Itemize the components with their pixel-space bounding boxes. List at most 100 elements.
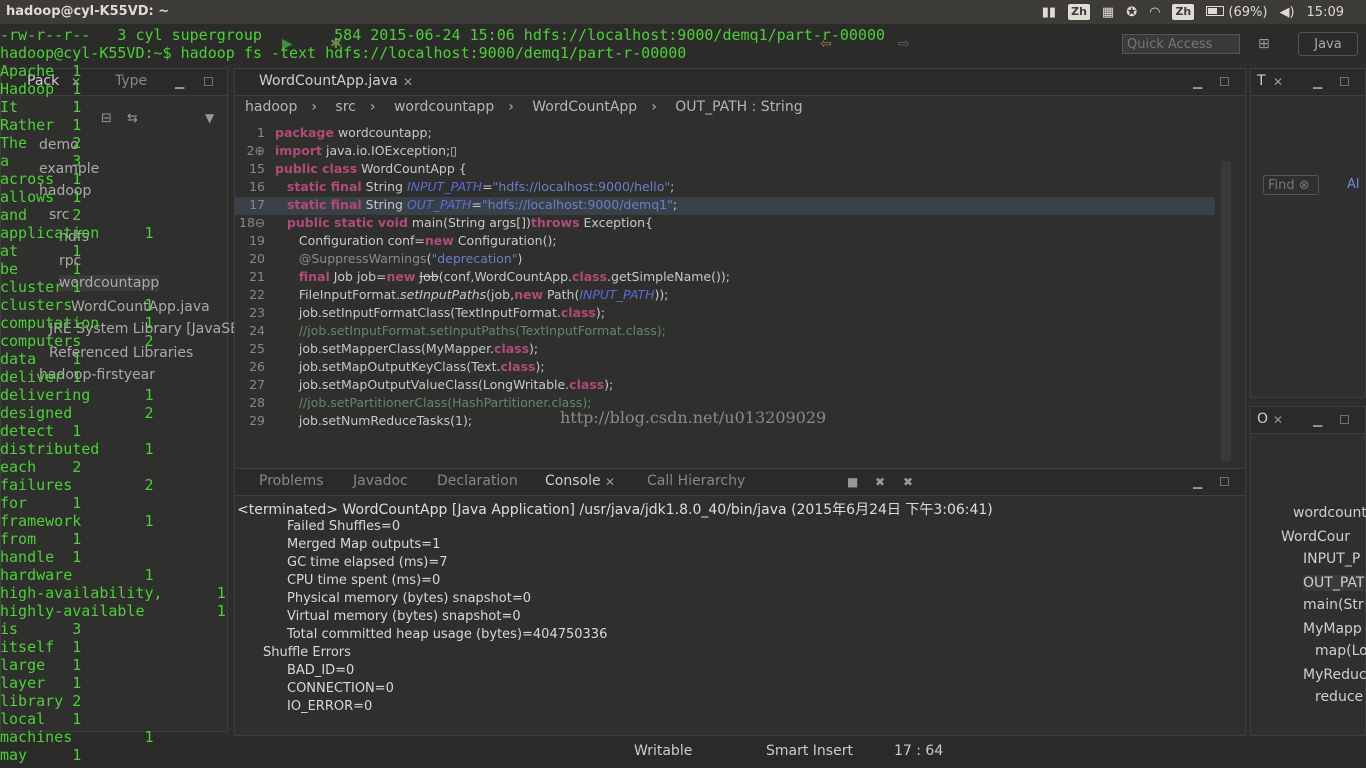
nav-forward-icon[interactable]: ⇨ bbox=[898, 36, 910, 52]
console-line: Physical memory (bytes) snapshot=0 bbox=[287, 591, 532, 606]
outline-item[interactable]: MyMapp bbox=[1303, 621, 1362, 637]
tab-outline[interactable]: O bbox=[1257, 411, 1268, 427]
console-tabs: Problems Javadoc Declaration Console ✕ C… bbox=[235, 469, 1245, 496]
open-perspective-icon[interactable]: ⊞ bbox=[1258, 36, 1270, 52]
outline-item[interactable]: main(Str bbox=[1303, 597, 1364, 613]
status-insert-mode: Smart Insert bbox=[766, 743, 853, 759]
breadcrumb-project[interactable]: hadoop bbox=[245, 99, 297, 115]
run-icon[interactable]: ▶ bbox=[282, 36, 293, 52]
maximize-icon[interactable]: ☐ bbox=[1339, 413, 1350, 427]
wifi-icon[interactable]: ◠ bbox=[1149, 5, 1160, 20]
outline-item[interactable]: INPUT_P bbox=[1303, 551, 1360, 567]
java-perspective-button[interactable]: Java bbox=[1298, 32, 1358, 56]
system-top-bar: hadoop@cyl-K55VD: ~ ▮▮ Zh ▦ ✪ ◠ Zh (69%)… bbox=[0, 0, 1366, 24]
console-line: Merged Map outputs=1 bbox=[287, 537, 441, 552]
remove-all-launches-icon[interactable]: ✖ bbox=[903, 475, 913, 489]
close-icon[interactable]: ✕ bbox=[605, 475, 615, 489]
tab-wordcountapp-java[interactable]: WordCountApp.java bbox=[259, 73, 398, 89]
tree-item[interactable]: rpc bbox=[59, 253, 81, 269]
minimize-icon[interactable]: ▁ bbox=[1193, 475, 1202, 489]
code-line: 19 Configuration conf=new Configuration(… bbox=[249, 233, 557, 248]
close-icon[interactable]: ✕ bbox=[1273, 413, 1283, 427]
code-line-current: 17 static final String OUT_PATH="hdfs://… bbox=[235, 197, 1215, 215]
close-icon[interactable]: ✕ bbox=[1273, 75, 1283, 89]
outline-item[interactable]: WordCour bbox=[1281, 529, 1350, 545]
minimize-icon[interactable]: ▁ bbox=[175, 75, 184, 89]
quick-access-input[interactable]: Quick Access bbox=[1122, 34, 1240, 54]
maximize-icon[interactable]: ☐ bbox=[1219, 75, 1230, 89]
code-line: 20 @SuppressWarnings("deprecation") bbox=[249, 251, 523, 266]
code-line: 2⊕ import java.io.IOException;▯ bbox=[246, 143, 458, 158]
volume-icon[interactable]: ◀) bbox=[1279, 5, 1294, 20]
breadcrumb-src[interactable]: src bbox=[335, 99, 355, 115]
tree-item[interactable]: wordcountapp bbox=[59, 275, 160, 291]
outline-item[interactable]: wordcount bbox=[1293, 505, 1366, 521]
clock[interactable]: 15:09 bbox=[1307, 5, 1344, 20]
find-placeholder: Find bbox=[1268, 178, 1295, 193]
system-tray: ▮▮ Zh ▦ ✪ ◠ Zh (69%) ◀) 15:09 bbox=[1042, 0, 1366, 24]
tree-item[interactable]: src bbox=[49, 207, 69, 223]
find-input[interactable]: Find ⊗ bbox=[1263, 175, 1319, 195]
outline-item[interactable]: reduce bbox=[1315, 689, 1363, 705]
tree-item[interactable]: WordCountApp.java bbox=[71, 299, 210, 315]
remove-launch-icon[interactable]: ✖ bbox=[875, 475, 885, 489]
collapse-all-icon[interactable]: ⊟ bbox=[101, 111, 112, 126]
console-line: CONNECTION=0 bbox=[287, 681, 394, 696]
tab-package-explorer[interactable]: Pack bbox=[27, 73, 59, 89]
breadcrumb-field[interactable]: OUT_PATH : String bbox=[675, 99, 802, 115]
tree-item[interactable]: hdfs bbox=[59, 229, 89, 245]
console-line: Virtual memory (bytes) snapshot=0 bbox=[287, 609, 521, 624]
maximize-icon[interactable]: ☐ bbox=[1339, 75, 1350, 89]
find-all-link[interactable]: Al bbox=[1347, 177, 1360, 192]
tree-item[interactable]: Referenced Libraries bbox=[49, 345, 193, 361]
calendar-icon[interactable]: ▦ bbox=[1102, 5, 1114, 20]
maximize-icon[interactable]: ☐ bbox=[1219, 475, 1230, 489]
outline-item[interactable]: OUT_PAT bbox=[1303, 575, 1365, 591]
tab-declaration[interactable]: Declaration bbox=[437, 473, 518, 489]
tree-item[interactable]: hadoop bbox=[39, 183, 91, 199]
link-editor-icon[interactable]: ⇆ bbox=[127, 111, 138, 126]
tab-problems[interactable]: Problems bbox=[259, 473, 324, 489]
input-method-indicator-2[interactable]: Zh bbox=[1172, 4, 1195, 20]
breadcrumb: hadoop › src › wordcountapp › WordCountApp ›… bbox=[245, 99, 803, 115]
tab-javadoc[interactable]: Javadoc bbox=[353, 473, 408, 489]
task-list-tabs: T ✕ ▁ ☐ bbox=[1251, 69, 1365, 96]
outline-item[interactable]: MyReduc bbox=[1303, 667, 1366, 683]
breadcrumb-package[interactable]: wordcountapp bbox=[394, 99, 494, 115]
battery-indicator[interactable]: (69%) bbox=[1206, 5, 1267, 20]
window-title: hadoop@cyl-K55VD: ~ bbox=[6, 4, 170, 19]
close-icon[interactable]: ✕ bbox=[403, 75, 413, 89]
maximize-icon[interactable]: ☐ bbox=[203, 75, 214, 89]
console-line: GC time elapsed (ms)=7 bbox=[287, 555, 448, 570]
minimize-icon[interactable]: ▁ bbox=[1313, 413, 1322, 427]
view-menu-icon[interactable]: ▼ bbox=[205, 111, 214, 125]
breadcrumb-class[interactable]: WordCountApp bbox=[532, 99, 637, 115]
outline-item[interactable]: map(Lo bbox=[1315, 643, 1366, 659]
minimize-icon[interactable]: ▁ bbox=[1193, 75, 1202, 89]
tab-call-hierarchy[interactable]: Call Hierarchy bbox=[647, 473, 745, 489]
editor-vertical-scrollbar[interactable] bbox=[1221, 161, 1231, 461]
minimize-icon[interactable]: ▁ bbox=[1313, 75, 1322, 89]
nav-back-icon[interactable]: ⇦ bbox=[820, 36, 832, 52]
main-toolbar: ▶ ✱ ⇦ ⇨ Quick Access ⊞ Java bbox=[0, 24, 1366, 64]
package-explorer: Pack ✕ Type ▁ ☐ ⊟ ⇆ ▼ demo example hadoo… bbox=[0, 68, 239, 732]
tree-item[interactable]: demo bbox=[39, 137, 79, 153]
close-icon[interactable]: ✕ bbox=[71, 75, 81, 89]
settings-icon[interactable]: ✪ bbox=[1126, 5, 1137, 20]
tab-console[interactable]: Console bbox=[545, 473, 601, 489]
status-cursor-position: 17 : 64 bbox=[894, 743, 944, 759]
tree-item[interactable]: example bbox=[39, 161, 99, 177]
battery-percent: (69%) bbox=[1228, 4, 1268, 20]
tab-type-hierarchy[interactable]: Type bbox=[115, 73, 147, 89]
console-header: <terminated> WordCountApp [Java Applicat… bbox=[237, 502, 993, 518]
input-method-indicator[interactable]: Zh bbox=[1068, 4, 1090, 20]
keyboard-icon[interactable]: ▮▮ bbox=[1042, 5, 1056, 20]
code-line: 21 final Job job=new Job(conf,WordCountA… bbox=[249, 269, 730, 284]
debug-icon[interactable]: ✱ bbox=[330, 36, 342, 52]
tab-task-list[interactable]: T bbox=[1257, 73, 1266, 89]
terminate-icon[interactable]: ■ bbox=[847, 475, 858, 489]
tree-item[interactable]: JRE System Library [JavaSE bbox=[49, 321, 239, 337]
task-list-panel: T ✕ ▁ ☐ Find ⊗ Al bbox=[1250, 68, 1366, 398]
tree-item[interactable]: hadoop-firstyear bbox=[39, 367, 155, 383]
code-line: 18⊖ public static void main(String args[… bbox=[239, 215, 653, 230]
